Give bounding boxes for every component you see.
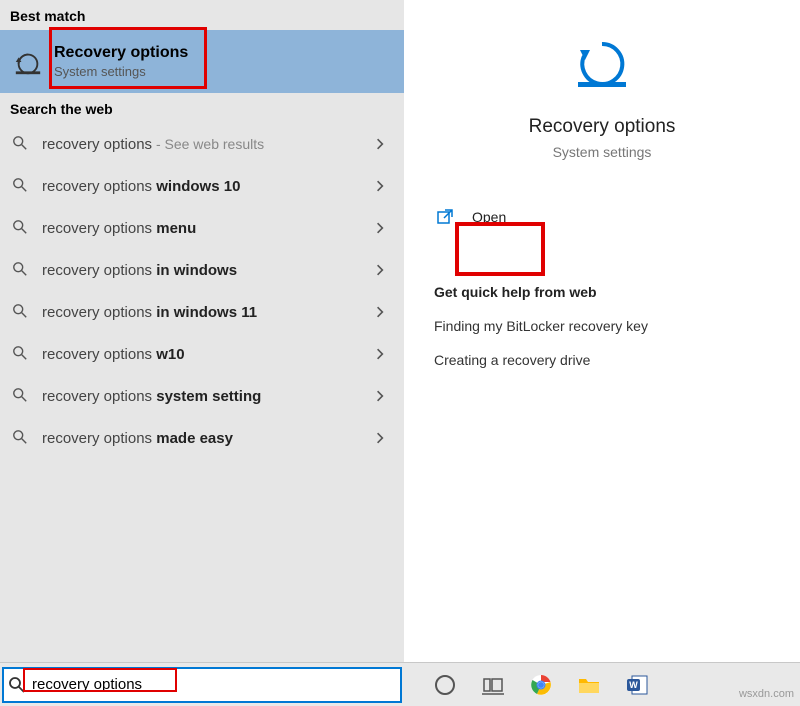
cortana-icon[interactable] <box>432 672 458 698</box>
word-icon[interactable]: W <box>624 672 650 698</box>
chrome-icon[interactable] <box>528 672 554 698</box>
watermark: wsxdn.com <box>739 688 794 700</box>
web-result-item[interactable]: recovery options windows 10 <box>0 165 404 207</box>
web-result-label: recovery options in windows 11 <box>42 304 376 321</box>
detail-subtitle: System settings <box>553 144 652 160</box>
chevron-right-icon[interactable] <box>376 180 390 192</box>
web-result-label: recovery options menu <box>42 220 376 237</box>
recovery-icon <box>572 32 632 92</box>
web-result-item[interactable]: recovery options w10 <box>0 333 404 375</box>
chevron-right-icon[interactable] <box>376 390 390 402</box>
best-match-subtitle: System settings <box>54 64 188 79</box>
web-result-item[interactable]: recovery options in windows <box>0 249 404 291</box>
search-icon <box>12 261 30 279</box>
web-result-item[interactable]: recovery options - See web results <box>0 123 404 165</box>
task-view-icon[interactable] <box>480 672 506 698</box>
web-results-list: recovery options - See web results recove… <box>0 123 404 459</box>
help-link[interactable]: Creating a recovery drive <box>434 352 770 368</box>
search-icon <box>12 303 30 321</box>
web-result-label: recovery options made easy <box>42 430 376 447</box>
best-match-item[interactable]: Recovery options System settings <box>0 30 404 93</box>
chevron-right-icon[interactable] <box>376 432 390 444</box>
web-result-item[interactable]: recovery options made easy <box>0 417 404 459</box>
chevron-right-icon[interactable] <box>376 222 390 234</box>
chevron-right-icon[interactable] <box>376 306 390 318</box>
open-button[interactable]: Open <box>428 198 776 236</box>
chevron-right-icon[interactable] <box>376 264 390 276</box>
search-icon <box>12 177 30 195</box>
settings-recovery-icon <box>12 46 44 78</box>
web-result-item[interactable]: recovery options menu <box>0 207 404 249</box>
search-icon <box>12 345 30 363</box>
web-result-item[interactable]: recovery options in windows 11 <box>0 291 404 333</box>
taskbar-search-box[interactable] <box>2 667 402 703</box>
search-web-header: Search the web <box>0 93 404 123</box>
help-heading: Get quick help from web <box>434 284 770 300</box>
svg-text:W: W <box>629 680 638 690</box>
web-result-label: recovery options windows 10 <box>42 178 376 195</box>
search-results-pane: Best match Recovery options System setti… <box>0 0 404 662</box>
web-result-label: recovery options system setting <box>42 388 376 405</box>
web-result-item[interactable]: recovery options system setting <box>0 375 404 417</box>
web-result-label: recovery options - See web results <box>42 136 376 153</box>
open-label: Open <box>472 209 506 225</box>
chevron-right-icon[interactable] <box>376 138 390 150</box>
best-match-title: Recovery options <box>54 44 188 62</box>
search-icon <box>12 219 30 237</box>
web-result-label: recovery options in windows <box>42 262 376 279</box>
best-match-header: Best match <box>0 0 404 30</box>
file-explorer-icon[interactable] <box>576 672 602 698</box>
search-icon <box>8 676 26 694</box>
search-icon <box>12 429 30 447</box>
taskbar-search-input[interactable] <box>32 676 352 693</box>
open-link-icon <box>436 208 454 226</box>
detail-title: Recovery options <box>529 116 676 138</box>
detail-pane: Recovery options System settings Open Ge… <box>404 0 800 662</box>
web-result-label: recovery options w10 <box>42 346 376 363</box>
taskbar: W <box>0 662 800 706</box>
help-link[interactable]: Finding my BitLocker recovery key <box>434 318 770 334</box>
search-icon <box>12 387 30 405</box>
chevron-right-icon[interactable] <box>376 348 390 360</box>
search-icon <box>12 135 30 153</box>
